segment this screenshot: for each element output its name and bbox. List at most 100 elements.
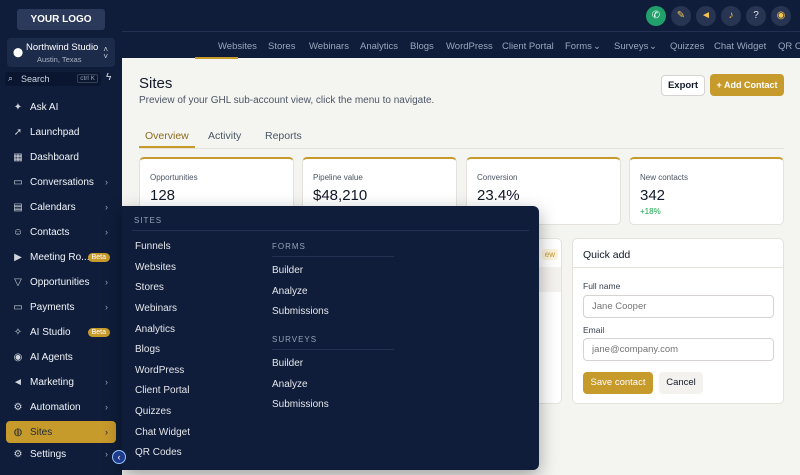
sidebar-item-label: Conversations xyxy=(30,176,94,188)
sidebar-item-settings[interactable]: ⚙ Settings › xyxy=(6,443,116,465)
eye-icon[interactable]: ◉ xyxy=(771,6,791,26)
search-input[interactable]: ⌕ Search ctrl K xyxy=(5,72,101,86)
tab-blogs[interactable]: Blogs xyxy=(410,41,434,52)
tab-client-portal[interactable]: Client Portal xyxy=(502,41,554,52)
flyout-item-websites[interactable]: Websites xyxy=(135,262,176,273)
stat-value: 23.4% xyxy=(477,187,520,204)
flyout-item-funnels[interactable]: Funnels xyxy=(135,241,171,252)
sidebar-item-launchpad[interactable]: ➚ Launchpad xyxy=(6,121,116,143)
flyout-item-forms-analyze[interactable]: Analyze xyxy=(272,286,308,297)
account-location: Austin, Texas xyxy=(37,55,82,64)
tab-analytics[interactable]: Analytics xyxy=(360,41,398,52)
stat-delta: +18% xyxy=(640,207,661,216)
sidebar-item-ask-ai[interactable]: ✦ Ask AI xyxy=(6,96,116,118)
stat-label: Pipeline value xyxy=(313,173,363,182)
flyout-item-analytics[interactable]: Analytics xyxy=(135,324,175,335)
sidebar-item-label: Automation xyxy=(30,401,81,413)
search-icon: ⌕ xyxy=(8,73,14,83)
sidebar-item-dashboard[interactable]: ▦ Dashboard xyxy=(6,146,116,168)
sidebar-item-conversations[interactable]: ▭ Conversations › xyxy=(6,171,116,193)
chevron-right-icon: › xyxy=(105,177,108,187)
export-button[interactable]: Export xyxy=(661,75,705,96)
filter-icon: ▽ xyxy=(14,276,22,288)
sidebar-item-payments[interactable]: ▭ Payments › xyxy=(6,296,116,318)
tab-activity[interactable]: Activity xyxy=(208,130,241,142)
sidebar-item-label: Payments xyxy=(30,301,75,313)
sidebar-item-opportunities[interactable]: ▽ Opportunities › xyxy=(6,271,116,293)
flyout-item-wordpress[interactable]: WordPress xyxy=(135,365,184,376)
flyout-item-qr-codes[interactable]: QR Codes xyxy=(135,447,182,458)
magic-wand-icon[interactable]: ✎ xyxy=(671,6,691,26)
flyout-item-quizzes[interactable]: Quizzes xyxy=(135,406,171,417)
tab-overview[interactable]: Overview xyxy=(145,130,189,142)
flyout-item-chat-widget[interactable]: Chat Widget xyxy=(135,427,190,438)
sidebar-item-marketing[interactable]: ◄ Marketing › xyxy=(6,371,116,393)
flyout-item-surveys-builder[interactable]: Builder xyxy=(272,358,303,369)
sidebar-item-label: Opportunities xyxy=(30,276,90,288)
tab-surveys[interactable]: Surveys xyxy=(614,41,648,52)
chevron-right-icon: › xyxy=(105,449,108,459)
automation-icon: ⚙ xyxy=(13,401,23,413)
sidebar-item-ai-agents[interactable]: ◉ AI Agents xyxy=(6,346,116,368)
email-field[interactable] xyxy=(583,338,774,361)
flyout-item-surveys-analyze[interactable]: Analyze xyxy=(272,379,308,390)
help-icon[interactable]: ? xyxy=(746,6,766,26)
page-title: Sites xyxy=(139,75,173,92)
add-contact-button[interactable]: + Add Contact xyxy=(710,74,784,96)
tab-stores[interactable]: Stores xyxy=(268,41,295,52)
phone-icon[interactable]: ✆ xyxy=(646,6,666,26)
rocket-icon: ➚ xyxy=(13,126,23,138)
surveys-section-title: SURVEYS xyxy=(272,335,318,344)
location-pin-icon: ⬤ xyxy=(13,47,24,57)
tab-websites[interactable]: Websites xyxy=(218,41,257,52)
cancel-button[interactable]: Cancel xyxy=(659,372,703,394)
tab-forms[interactable]: Forms xyxy=(565,41,592,52)
beta-badge: Beta xyxy=(87,327,110,337)
top-bar: ✆ ✎ ◄ ♪ ? ◉ Websites Stores Webinars Ana… xyxy=(122,0,800,59)
chevron-updown-icon: ˄ ˅ xyxy=(103,45,108,61)
sidebar-item-contacts[interactable]: ☺ Contacts › xyxy=(6,221,116,243)
flyout-item-surveys-submissions[interactable]: Submissions xyxy=(272,399,329,410)
stat-value: 128 xyxy=(150,187,176,204)
divider xyxy=(272,349,394,350)
logo: YOUR LOGO xyxy=(17,9,105,30)
sidebar-item-automation[interactable]: ⚙ Automation › xyxy=(6,396,116,418)
tab-qr-codes[interactable]: QR C xyxy=(778,41,800,52)
card-icon: ▭ xyxy=(13,301,23,313)
sidebar-item-sites[interactable]: ◍ Sites › xyxy=(6,421,116,443)
tab-wordpress[interactable]: WordPress xyxy=(446,41,493,52)
sidebar-item-label: Marketing xyxy=(30,376,74,388)
flyout-item-client-portal[interactable]: Client Portal xyxy=(135,385,189,396)
ai-icon: ✧ xyxy=(13,326,23,338)
full-name-field[interactable] xyxy=(583,295,774,318)
bell-icon[interactable]: ♪ xyxy=(721,6,741,26)
bolt-icon[interactable]: ϟ xyxy=(106,72,111,83)
flyout-item-stores[interactable]: Stores xyxy=(135,282,164,293)
sidebar-item-ai-studio[interactable]: ✧ AI Studio Beta xyxy=(6,321,116,343)
megaphone-icon[interactable]: ◄ xyxy=(696,6,716,26)
tab-reports[interactable]: Reports xyxy=(265,130,302,142)
robot-icon: ◉ xyxy=(13,351,23,363)
chevron-right-icon: › xyxy=(105,427,108,437)
collapse-sidebar-icon[interactable]: ‹ xyxy=(112,450,126,464)
tab-chat-widget[interactable]: Chat Widget xyxy=(714,41,766,52)
flyout-item-webinars[interactable]: Webinars xyxy=(135,303,177,314)
flyout-item-forms-submissions[interactable]: Submissions xyxy=(272,306,329,317)
stat-label: Conversion xyxy=(477,173,518,182)
sparkle-icon: ✦ xyxy=(13,101,23,113)
sidebar-item-calendars[interactable]: ▤ Calendars › xyxy=(6,196,116,218)
tab-webinars[interactable]: Webinars xyxy=(309,41,349,52)
chevron-right-icon: › xyxy=(105,227,108,237)
flyout-item-forms-builder[interactable]: Builder xyxy=(272,265,303,276)
tabs-divider xyxy=(139,148,784,149)
stat-value: $48,210 xyxy=(313,187,368,204)
tab-quizzes[interactable]: Quizzes xyxy=(670,41,704,52)
chevron-right-icon: › xyxy=(105,402,108,412)
sidebar-item-label: Settings xyxy=(30,448,67,460)
flyout-item-blogs[interactable]: Blogs xyxy=(135,344,160,355)
quick-add-panel: Quick add Full name Email Save contact C… xyxy=(572,238,784,404)
megaphone-icon: ◄ xyxy=(13,376,23,388)
save-contact-button[interactable]: Save contact xyxy=(583,372,653,394)
account-switcher[interactable]: ⬤ Northwind Studio Austin, Texas ˄ ˅ xyxy=(7,38,115,67)
sidebar-item-meeting-rooms[interactable]: ▶ Meeting Ro... Beta xyxy=(6,246,116,268)
